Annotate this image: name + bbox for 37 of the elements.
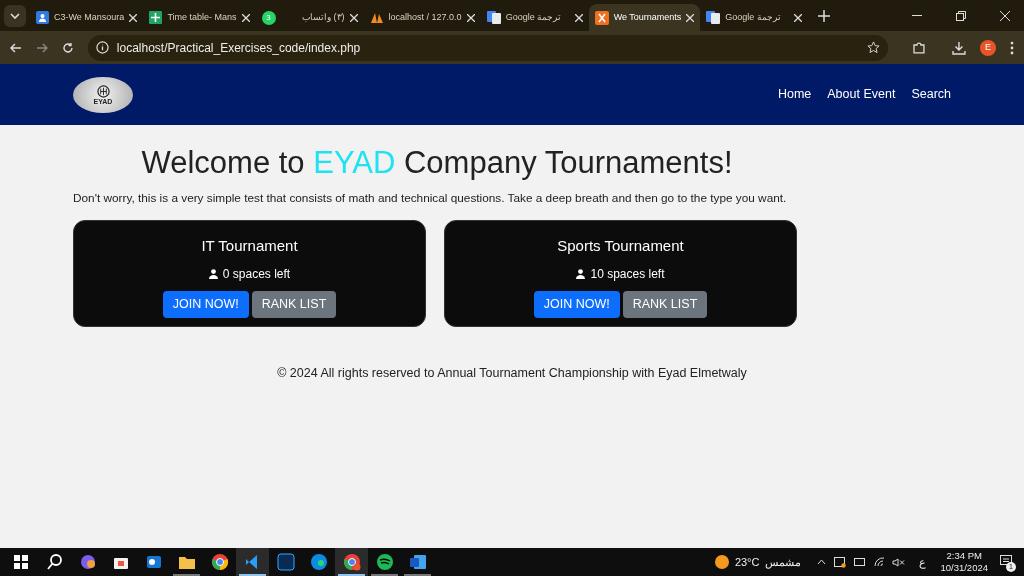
tab-title: localhost / 127.0.0 [388,10,462,24]
clock-date: 10/31/2024 [940,562,988,574]
tab-title: Time table- Mans [167,10,237,24]
browser-tab[interactable]: Time table- Mans [143,4,256,31]
tab-title: We Tournaments [613,10,682,24]
tab-title: C3-We Mansoura [54,10,125,24]
rank-list-button[interactable]: RANK LIST [622,290,708,318]
nav-link[interactable]: About Event [827,85,896,104]
spaces-left-text: 10 spaces left [590,265,665,283]
clock-time: 2:34 PM [946,550,982,562]
profile-avatar[interactable]: E [980,39,997,56]
rank-list-button[interactable]: RANK LIST [251,290,337,318]
tab-title: (٣) واتساب [301,10,345,24]
browser-tab[interactable]: Google ترجمة [480,4,589,31]
page-heading: Welcome to EYAD Company Tournaments! [140,144,734,182]
intro-text: Don't worry, this is a very simple test that consists of math and technical questions. Take a deep breath and then go to the type you want. [73,190,788,206]
unread-count-badge: 3 [261,10,276,25]
browser-tab[interactable]: localhost / 127.0.0 [363,4,481,31]
card-title: IT Tournament [201,236,298,256]
join-button[interactable]: JOIN NOW! [162,290,249,318]
card-title: Sports Tournament [557,236,684,256]
weather-temperature[interactable]: 23°C [734,553,760,571]
nav-link[interactable]: Search [911,85,951,104]
url-text: localhost/Practical_Exercises_code/index.php [116,39,361,57]
tab-title: Google ترجمة [505,10,563,24]
browser-tab[interactable]: We Tournaments [588,4,701,31]
weather-condition[interactable]: مشمس [765,553,802,571]
browser-tab[interactable]: Google ترجمة [700,4,809,31]
spaces-left-text: 0 spaces left [222,265,291,283]
nav-link[interactable]: Home [777,85,812,104]
join-button[interactable]: JOIN NOW! [533,290,620,318]
browser-tab[interactable]: C3-We Mansoura [30,4,144,31]
clock[interactable]: 2:34 PM 10/31/2024 [940,550,988,574]
footer-text: © 2024 All rights reserved to Annual Tournament Championship with Eyad Elmetwaly [276,365,748,382]
input-language[interactable]: ع [919,553,927,571]
address-bar[interactable]: localhost/Practical_Exercises_code/index.php [87,34,889,61]
tab-title: Google ترجمة [725,10,782,24]
